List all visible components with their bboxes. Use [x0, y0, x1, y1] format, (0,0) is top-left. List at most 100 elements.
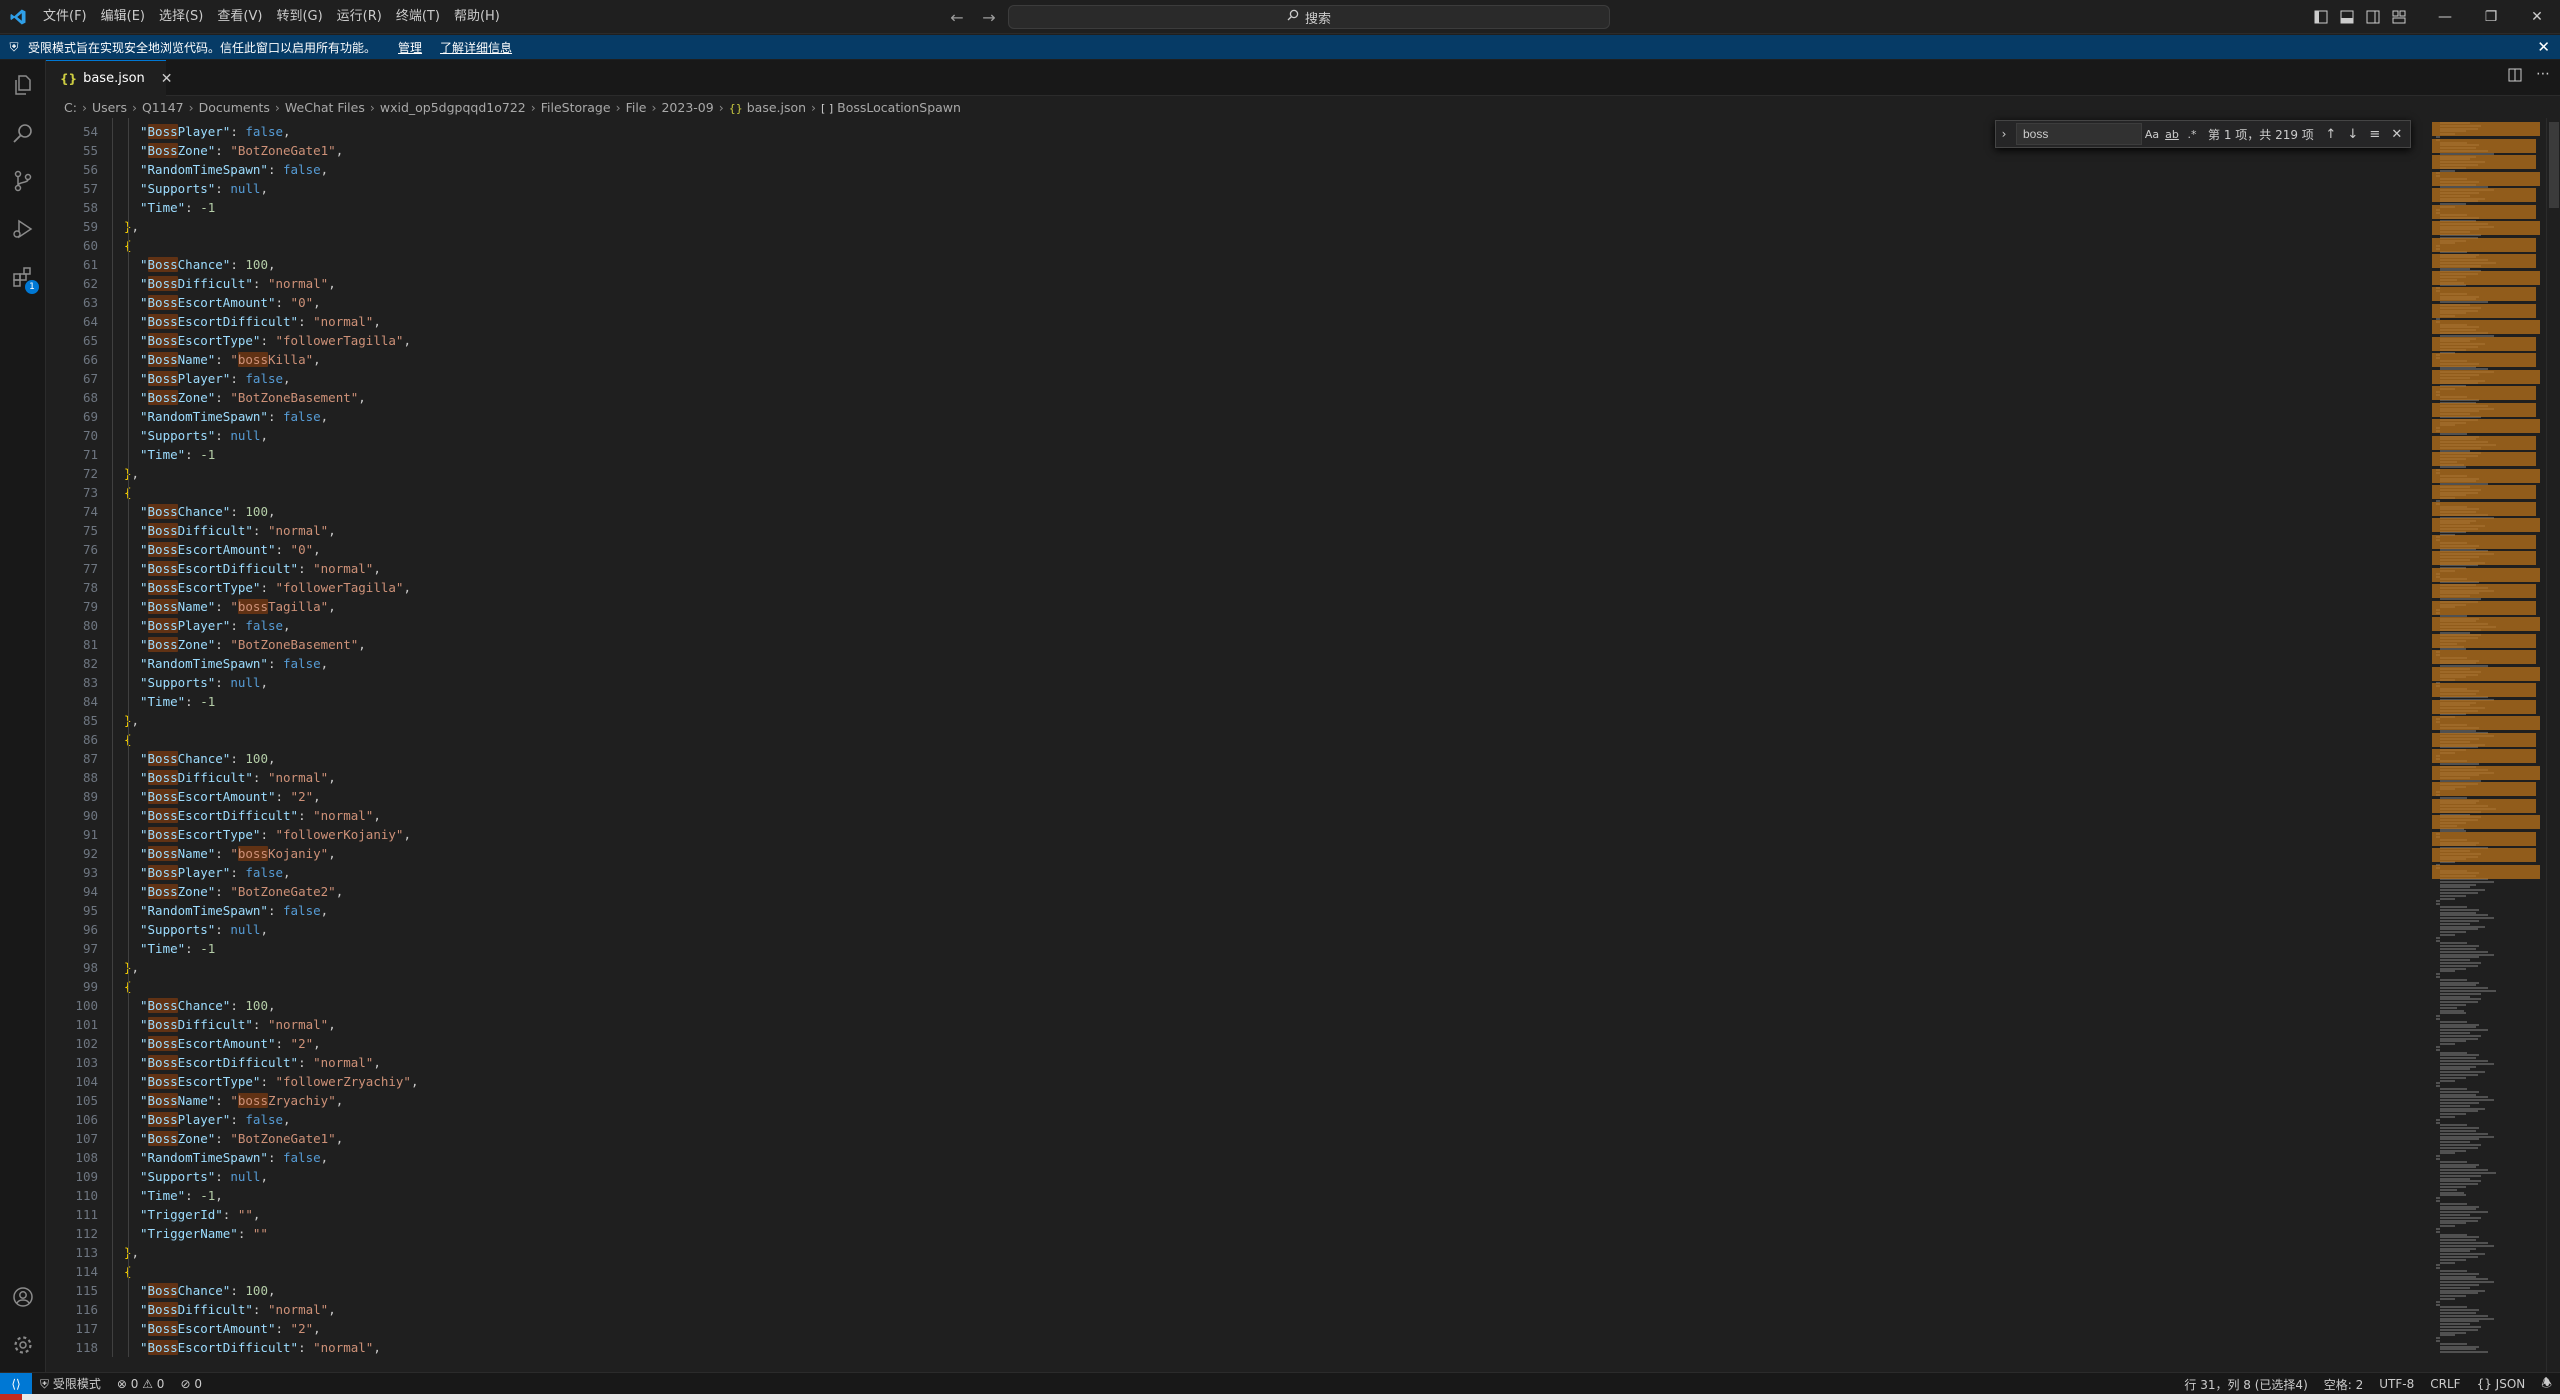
customize-layout-icon[interactable] [2386, 5, 2412, 29]
code-editor[interactable]: 54 55 56 57 58 59 60 61 62 63 64 65 66 67 68 69 70 71 72 73… [46, 118, 2430, 1372]
minimap-line [2440, 889, 2485, 892]
code-line: "BossChance": 100, [140, 998, 276, 1013]
breadcrumb-chevron-icon: › [274, 99, 280, 115]
breadcrumb-item[interactable]: WeChat Files [285, 100, 365, 115]
breadcrumb-item[interactable]: wxid_op5dgpqqd1o722 [380, 100, 526, 115]
array-symbol-icon: [ ] [821, 101, 834, 115]
code-line: "BossChance": 100, [140, 751, 276, 766]
minimap[interactable] [2432, 118, 2544, 1372]
cursor-position[interactable]: 行 31，列 8 (已选择4) [2176, 1376, 2315, 1393]
minimap-line [2440, 886, 2470, 889]
vertical-scrollbar[interactable] [2546, 118, 2560, 1372]
breadcrumb-item[interactable]: File [626, 100, 647, 115]
breadcrumb-item[interactable]: Documents [199, 100, 270, 115]
encoding[interactable]: UTF-8 [2371, 1377, 2422, 1391]
menu-item[interactable]: 终端(T) [389, 5, 447, 29]
toggle-replace-icon[interactable]: › [1996, 127, 2012, 141]
breadcrumb-item[interactable]: Q1147 [142, 100, 184, 115]
language-mode[interactable]: {} JSON [2469, 1377, 2534, 1391]
search-icon[interactable] [0, 110, 46, 156]
minimap-line [2436, 1228, 2440, 1230]
run-debug-icon[interactable] [0, 206, 46, 252]
menu-item[interactable]: 编辑(E) [94, 5, 152, 29]
code-line: "Supports": null, [140, 675, 268, 690]
code-line: "BossEscortDifficult": "normal", [140, 1340, 381, 1355]
next-match-icon[interactable]: ↓ [2342, 127, 2364, 142]
problems-status[interactable]: ⊗ 0 ⚠ 0 [109, 1377, 173, 1391]
regex-icon[interactable]: .* [2182, 128, 2202, 141]
minimap-line [2440, 1060, 2488, 1062]
learn-more-link[interactable]: 了解详细信息 [440, 39, 512, 56]
match-case-icon[interactable]: Aa [2142, 128, 2162, 141]
warning-count: 0 [156, 1376, 165, 1391]
split-editor-icon[interactable] [2508, 68, 2522, 86]
breadcrumb-label: wxid_op5dgpqqd1o722 [379, 99, 526, 115]
breadcrumb-item[interactable]: {} base.json [729, 100, 806, 115]
banner-message: 受限模式旨在实现安全地浏览代码。信任此窗口以启用所有功能。 [28, 40, 377, 55]
menu-item[interactable]: 查看(V) [210, 5, 269, 29]
breadcrumb-item[interactable]: 2023-09 [661, 100, 713, 115]
breadcrumb-item[interactable]: FileStorage [541, 100, 611, 115]
previous-match-icon[interactable]: ↑ [2320, 127, 2342, 142]
line-number: 106 [75, 1112, 98, 1127]
toggle-secondary-sidebar-icon[interactable] [2360, 5, 2386, 29]
notifications-bell-icon[interactable]: 🕭 [2533, 1374, 2560, 1395]
restore-icon[interactable]: ❐ [2468, 0, 2514, 34]
explorer-icon[interactable] [0, 62, 46, 108]
minimap-line [2440, 934, 2455, 936]
close-banner-icon[interactable]: ✕ [2537, 38, 2550, 56]
minimap-line [2436, 973, 2440, 976]
indentation[interactable]: 空格: 2 [2316, 1376, 2372, 1393]
minimap-line [2440, 942, 2467, 945]
breadcrumb-item[interactable]: Users [92, 100, 127, 115]
settings-gear-icon[interactable] [0, 1322, 46, 1368]
forward-arrow-icon[interactable]: → [977, 5, 1001, 29]
menu-item[interactable]: 运行(R) [330, 5, 389, 29]
remote-indicator-icon[interactable]: ⟨⟩ [0, 1372, 32, 1395]
close-find-icon[interactable]: ✕ [2386, 127, 2408, 142]
command-center-search[interactable]: 搜索 [1008, 5, 1610, 29]
minimap-line [2436, 1018, 2440, 1020]
minimize-icon[interactable]: — [2422, 0, 2468, 34]
line-number: 94 [82, 884, 98, 899]
minimap-line [2440, 959, 2470, 962]
match-whole-word-icon[interactable]: ab [2162, 128, 2182, 141]
code-line: }, [124, 466, 140, 481]
menu-item[interactable]: 文件(F) [36, 5, 94, 29]
close-tab-icon[interactable]: ✕ [161, 71, 173, 87]
toggle-panel-icon[interactable] [2334, 5, 2360, 29]
menu-item[interactable]: 转到(G) [269, 5, 329, 29]
close-window-icon[interactable]: ✕ [2514, 0, 2560, 34]
toggle-sidebar-icon[interactable] [2308, 5, 2334, 29]
minimap-line [2440, 1258, 2466, 1261]
menu-item[interactable]: 帮助(H) [447, 5, 507, 29]
source-control-icon[interactable] [0, 158, 46, 204]
breadcrumb-label: Users [91, 99, 127, 115]
tab-base-json[interactable]: {} base.json ✕ [46, 60, 173, 96]
more-actions-icon[interactable]: ⋯ [2536, 67, 2550, 86]
breadcrumb-item[interactable]: C: [64, 100, 77, 115]
scrollbar-thumb[interactable] [2549, 122, 2559, 208]
minimap-line [2440, 1275, 2476, 1278]
minimap-match-highlight [2432, 798, 2536, 813]
end-of-line[interactable]: CRLF [2422, 1377, 2468, 1391]
find-in-selection-icon[interactable]: ≡ [2364, 127, 2386, 142]
breadcrumb-item[interactable]: [ ] BossLocationSpawn [821, 100, 961, 115]
back-arrow-icon[interactable]: ← [945, 5, 969, 29]
find-input[interactable]: boss [2016, 123, 2142, 145]
code-line: "TriggerName": "" [140, 1226, 268, 1241]
menu-item[interactable]: 选择(S) [152, 5, 210, 29]
manage-link[interactable]: 管理 [398, 39, 422, 56]
breadcrumb-label: base.json [746, 99, 807, 115]
language-label: JSON [2495, 1377, 2526, 1391]
title-bar: 文件(F) 编辑(E) 选择(S) 查看(V) 转到(G) 运行(R) 终端(T) 帮助(H)… [0, 0, 2560, 34]
code-area[interactable]: "BossPlayer": false, "BossZone": "BotZone… [112, 118, 2414, 1372]
ports-status[interactable]: ⊘ 0 [172, 1377, 210, 1391]
account-icon[interactable] [0, 1274, 46, 1320]
minimap-line [2440, 1062, 2494, 1065]
minimap-match-highlight [2432, 485, 2536, 499]
minimap-line [2436, 1300, 2440, 1303]
restricted-mode-status[interactable]: ⛨ 受限模式 [32, 1375, 109, 1392]
extensions-icon[interactable]: 1 [0, 254, 46, 300]
code-line: "Time": -1 [140, 447, 216, 462]
